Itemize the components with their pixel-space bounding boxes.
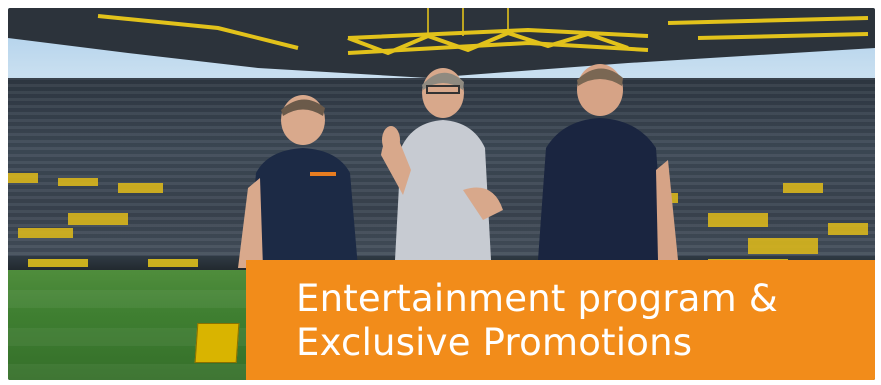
person-right [538,64,678,260]
caption-line-1: Entertainment program & [296,277,778,320]
caption-box: Entertainment program & Exclusive Promot… [246,260,875,380]
promo-banner: Entertainment program & Exclusive Promot… [8,8,875,380]
person-center [381,68,503,260]
person-left [238,95,358,268]
caption-line-2: Exclusive Promotions [296,321,693,364]
pitch-sign [194,323,240,363]
